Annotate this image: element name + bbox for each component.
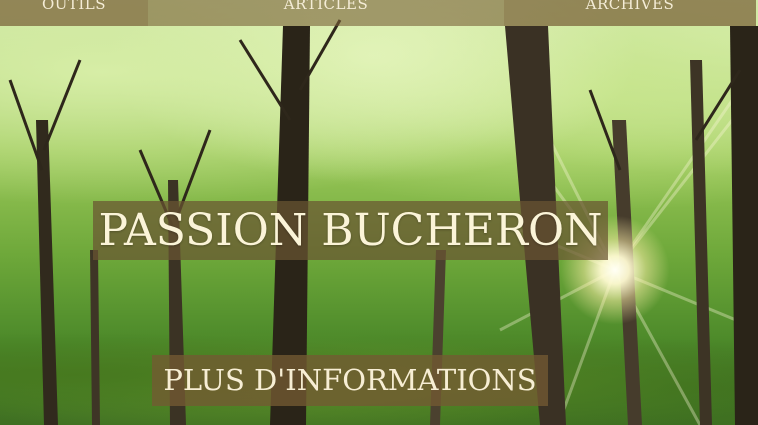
nav-item-label: ARTICLES [283, 0, 369, 13]
top-navigation: OUTILS ARTICLES ARCHIVES [0, 0, 758, 26]
nav-item-label: OUTILS [41, 0, 107, 13]
nav-item-articles[interactable]: ARTICLES [148, 0, 504, 26]
more-info-button[interactable]: PLUS D'INFORMATIONS [152, 355, 548, 406]
nav-item-archives[interactable]: ARCHIVES [504, 0, 756, 26]
nav-item-outils[interactable]: OUTILS [0, 0, 148, 26]
nav-item-label: ARCHIVES [585, 0, 675, 13]
site-title: PASSION BUCHERON [98, 205, 603, 256]
